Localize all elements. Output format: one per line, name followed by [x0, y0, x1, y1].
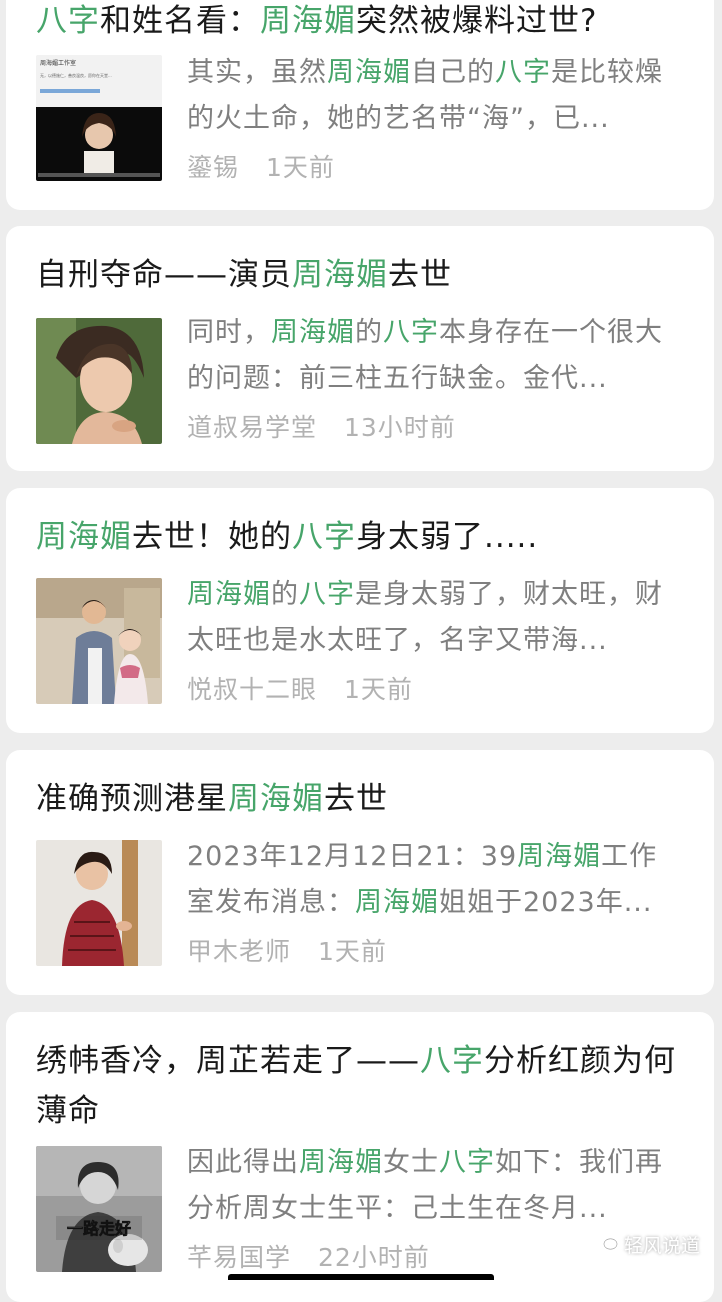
highlighted-keyword: 八字: [383, 317, 439, 348]
highlighted-keyword: 周海媚: [260, 3, 356, 39]
article-title[interactable]: 自刑夺命——演员周海媚去世: [36, 250, 686, 300]
article-meta: 悦叔十二眼 1天前: [187, 670, 413, 706]
article-thumbnail: 周海媚工作室 无，以德施仁，善良温良，愿你在天堂...: [36, 55, 162, 181]
article-source[interactable]: 甲木老师: [187, 937, 291, 966]
text-segment: 突然被爆料过世?: [356, 3, 598, 39]
article-thumbnail: [36, 578, 162, 704]
highlighted-keyword: 八字: [420, 1043, 484, 1079]
article-source[interactable]: 悦叔十二眼: [187, 675, 317, 704]
text-segment: 和姓名看：: [100, 3, 260, 39]
article-time: 1天前: [265, 153, 335, 182]
highlighted-keyword: 周海媚: [36, 519, 132, 555]
highlighted-keyword: 周海媚: [292, 257, 388, 293]
article-meta: 甲木老师 1天前: [187, 932, 387, 968]
text-segment: 同时，: [187, 317, 271, 348]
article-time: 22小时前: [317, 1243, 430, 1272]
highlighted-keyword: 八字: [299, 579, 355, 610]
text-segment: 身太弱了.....: [356, 519, 539, 555]
text-segment: 去世！她的: [132, 519, 292, 555]
article-meta: 鎏锡 1天前: [187, 148, 335, 184]
highlighted-keyword: 八字: [292, 519, 356, 555]
highlighted-keyword: 八字: [36, 3, 100, 39]
article-card[interactable]: 周海媚去世！她的八字身太弱了..... 周海媚的八字是身太弱了，财太旺，财太旺也…: [6, 488, 714, 733]
text-segment: 绣帏香冷，周芷若走了——: [36, 1043, 420, 1079]
article-time: 1天前: [343, 675, 413, 704]
text-segment: 自刑夺命——演员: [36, 257, 292, 293]
highlighted-keyword: 周海媚: [187, 579, 271, 610]
highlighted-keyword: 八字: [439, 1147, 495, 1178]
highlighted-keyword: 周海媚: [517, 841, 602, 872]
article-card[interactable]: 八字和姓名看：周海媚突然被爆料过世? 周海媚工作室 无，以德施仁，善良温良，愿你…: [6, 0, 714, 210]
article-time: 13小时前: [343, 413, 456, 442]
home-indicator[interactable]: [228, 1274, 494, 1280]
article-snippet: 同时，周海媚的八字本身存在一个很大的问题：前三柱五行缺金。金代...: [187, 310, 684, 402]
article-meta: 道叔易学堂 13小时前: [187, 408, 456, 444]
article-source[interactable]: 芊易国学: [187, 1243, 291, 1272]
article-snippet: 因此得出周海媚女士八字如下：我们再分析周女士生平：己土生在冬月...: [187, 1140, 684, 1232]
article-snippet: 2023年12月12日21：39周海媚工作室发布消息：周海媚姐姐于2023年..…: [187, 834, 684, 926]
text-segment: 姐姐于2023年...: [439, 887, 653, 918]
highlighted-keyword: 周海媚: [271, 317, 355, 348]
text-segment: 自己的: [411, 57, 495, 88]
wechat-icon: [596, 1233, 618, 1256]
text-segment: 2023年12月12日21：39: [187, 841, 518, 872]
article-source[interactable]: 鎏锡: [187, 153, 239, 182]
article-snippet: 其实，虽然周海媚自己的八字是比较燥的火土命，她的艺名带“海”，已...: [187, 50, 684, 142]
article-card[interactable]: 绣帏香冷，周芷若走了——八字分析红颜为何薄命 一路走好 因此得出周海媚女士八字如…: [6, 1012, 714, 1302]
highlighted-keyword: 八字: [495, 57, 551, 88]
article-title[interactable]: 准确预测港星周海媚去世: [36, 774, 686, 824]
watermark: 轻风说道: [596, 1231, 700, 1258]
article-time: 1天前: [317, 937, 387, 966]
article-title[interactable]: 八字和姓名看：周海媚突然被爆料过世?: [36, 0, 686, 46]
text-segment: 的: [355, 317, 383, 348]
article-title[interactable]: 绣帏香冷，周芷若走了——八字分析红颜为何薄命: [36, 1036, 686, 1136]
text-segment: 其实，虽然: [187, 57, 327, 88]
text-segment: 准确预测港星: [36, 781, 228, 817]
text-segment: 的: [271, 579, 299, 610]
watermark-text: 轻风说道: [623, 1235, 700, 1257]
article-thumbnail: [36, 840, 162, 966]
article-meta: 芊易国学 22小时前: [187, 1238, 430, 1274]
text-segment: 去世: [388, 257, 452, 293]
article-source[interactable]: 道叔易学堂: [187, 413, 317, 442]
article-card[interactable]: 自刑夺命——演员周海媚去世 同时，周海媚的八字本身存在一个很大的问题：前三柱五行…: [6, 226, 714, 471]
thumb-header-text: 周海媚工作室: [40, 59, 76, 67]
article-card[interactable]: 准确预测港星周海媚去世 2023年12月12日21：39周海媚工作室发布消息：周…: [6, 750, 714, 995]
highlighted-keyword: 周海媚: [228, 781, 324, 817]
article-thumbnail: 一路走好: [36, 1146, 162, 1272]
highlighted-keyword: 周海媚: [299, 1147, 383, 1178]
article-snippet: 周海媚的八字是身太弱了，财太旺，财太旺也是水太旺了，名字又带海...: [187, 572, 684, 664]
text-segment: 女士: [383, 1147, 439, 1178]
thumb-line-text: 无，以德施仁，善良温良，愿你在天堂...: [40, 72, 112, 78]
highlighted-keyword: 周海媚: [327, 57, 411, 88]
thumb-caption: 一路走好: [67, 1219, 131, 1238]
text-segment: 去世: [324, 781, 388, 817]
article-title[interactable]: 周海媚去世！她的八字身太弱了.....: [36, 512, 686, 562]
text-segment: 因此得出: [187, 1147, 299, 1178]
article-thumbnail: [36, 318, 162, 444]
highlighted-keyword: 周海媚: [355, 887, 439, 918]
